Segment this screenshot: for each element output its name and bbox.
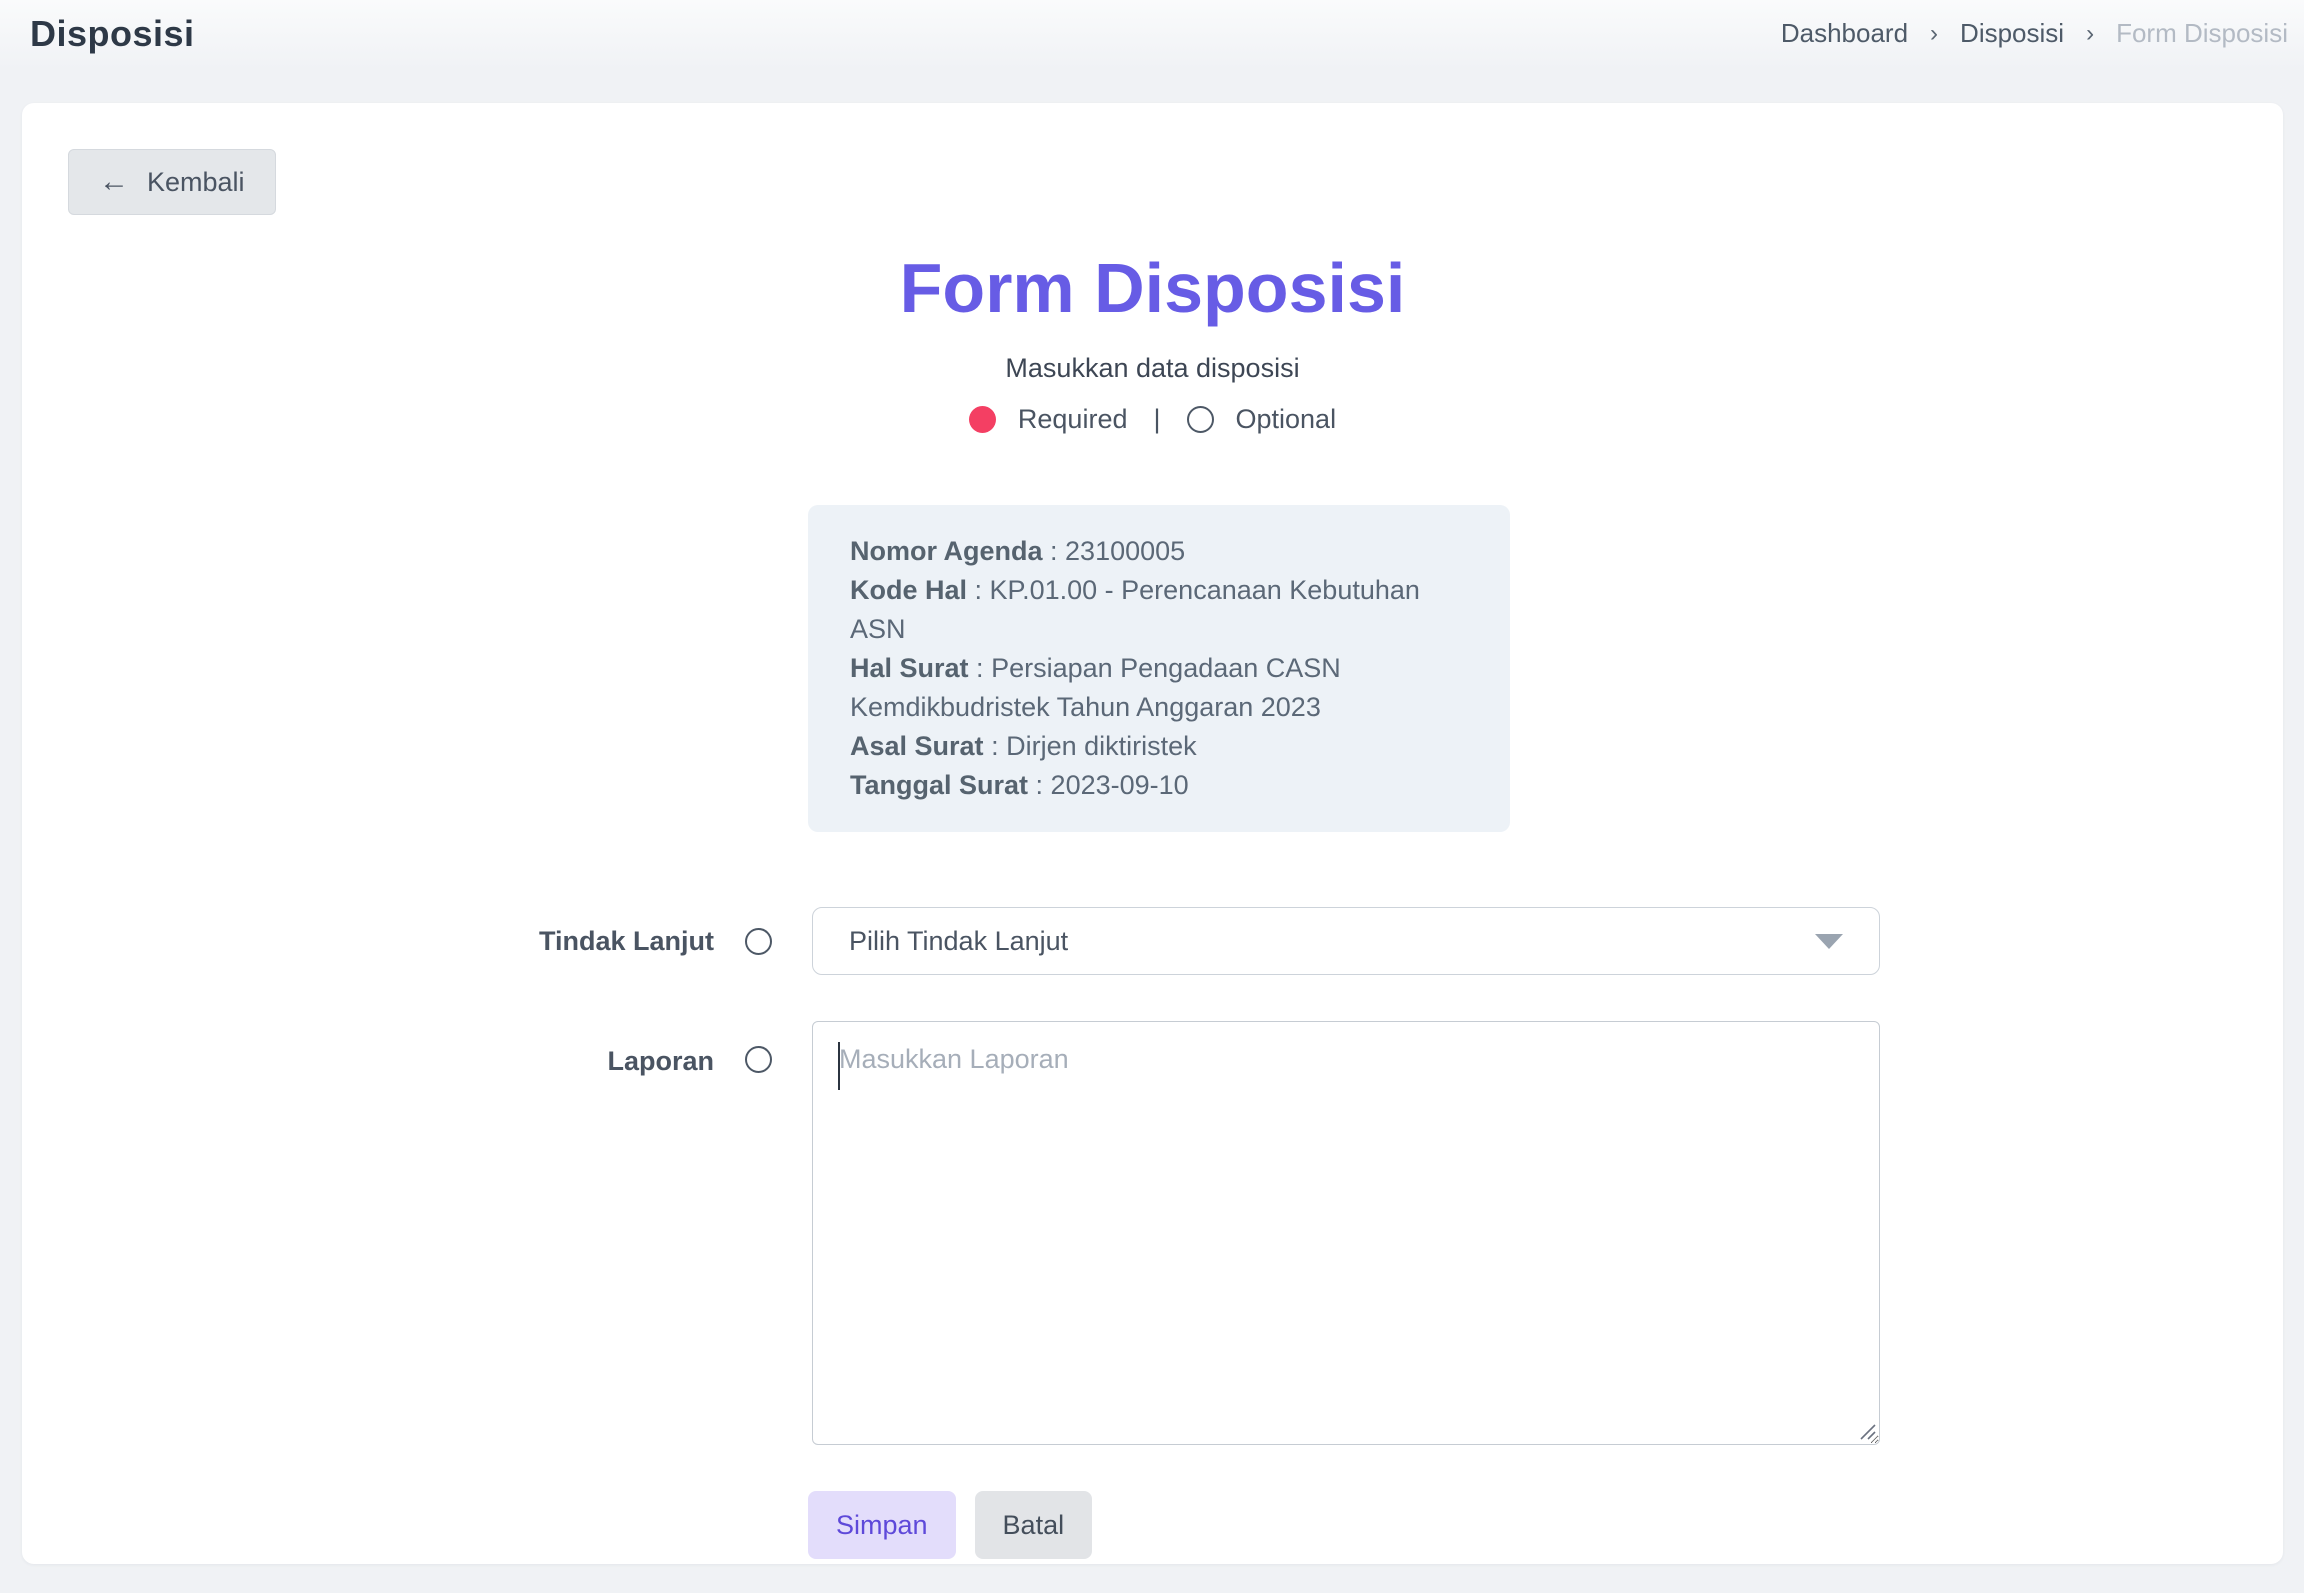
info-label: Kode Hal: [850, 575, 967, 605]
breadcrumb-form-disposisi: Form Disposisi: [2116, 18, 2288, 49]
info-separator: :: [969, 653, 992, 683]
info-value: 2023-09-10: [1051, 770, 1189, 800]
tindak-lanjut-select[interactable]: Pilih Tindak Lanjut: [812, 907, 1880, 975]
tindak-lanjut-row: Tindak Lanjut Pilih Tindak Lanjut: [22, 907, 2283, 975]
info-separator: :: [1028, 770, 1051, 800]
info-label: Nomor Agenda: [850, 536, 1043, 566]
resize-grip-icon[interactable]: [1859, 1423, 1877, 1441]
info-value: Dirjen diktiristek: [1006, 731, 1197, 761]
info-line-asal-surat: Asal Surat : Dirjen diktiristek: [850, 727, 1468, 766]
letter-info-box: Nomor Agenda : 23100005 Kode Hal : KP.01…: [808, 505, 1510, 832]
page-title: Disposisi: [30, 13, 195, 55]
laporan-label: Laporan: [22, 1021, 714, 1077]
info-line-nomor-agenda: Nomor Agenda : 23100005: [850, 532, 1468, 571]
form-subtitle: Masukkan data disposisi: [22, 353, 2283, 384]
simpan-button[interactable]: Simpan: [808, 1491, 956, 1559]
info-separator: :: [967, 575, 990, 605]
laporan-textarea-wrap: [812, 1021, 1880, 1445]
batal-button[interactable]: Batal: [975, 1491, 1093, 1559]
breadcrumb: Dashboard › Disposisi › Form Disposisi: [1781, 18, 2288, 49]
laporan-textarea[interactable]: [812, 1021, 1880, 1445]
legend-required-label: Required: [1018, 404, 1128, 435]
form-card: ← Kembali Form Disposisi Masukkan data d…: [22, 103, 2283, 1564]
optional-circle-icon: [1187, 406, 1214, 433]
legend-divider: |: [1153, 404, 1160, 435]
info-label: Asal Surat: [850, 731, 984, 761]
form-title: Form Disposisi: [22, 253, 2283, 323]
laporan-row: Laporan: [22, 1021, 2283, 1445]
text-cursor: [838, 1042, 840, 1090]
optional-circle-icon: [745, 1046, 772, 1073]
tindak-lanjut-label: Tindak Lanjut: [22, 926, 714, 957]
breadcrumb-dashboard[interactable]: Dashboard: [1781, 18, 1908, 49]
info-separator: :: [984, 731, 1007, 761]
topbar: Disposisi Dashboard › Disposisi › Form D…: [0, 0, 2304, 67]
info-line-tanggal-surat: Tanggal Surat : 2023-09-10: [850, 766, 1468, 805]
legend-optional-label: Optional: [1236, 404, 1337, 435]
legend: Required | Optional: [969, 404, 1336, 435]
back-button-label: Kembali: [147, 167, 245, 198]
info-value: 23100005: [1065, 536, 1185, 566]
info-line-kode-hal: Kode Hal : KP.01.00 - Perencanaan Kebutu…: [850, 571, 1468, 649]
tindak-lanjut-select-value: Pilih Tindak Lanjut: [849, 926, 1068, 957]
chevron-right-icon: ›: [1930, 20, 1938, 48]
info-label: Hal Surat: [850, 653, 969, 683]
form-header: Form Disposisi Masukkan data disposisi R…: [22, 253, 2283, 438]
breadcrumb-disposisi[interactable]: Disposisi: [1960, 18, 2064, 49]
info-label: Tanggal Surat: [850, 770, 1028, 800]
optional-circle-icon: [745, 928, 772, 955]
info-separator: :: [1043, 536, 1066, 566]
form-actions: Simpan Batal: [808, 1491, 2283, 1559]
chevron-right-icon: ›: [2086, 20, 2094, 48]
caret-down-icon: [1815, 934, 1843, 949]
info-line-hal-surat: Hal Surat : Persiapan Pengadaan CASN Kem…: [850, 649, 1468, 727]
arrow-left-icon: ←: [99, 167, 129, 197]
back-button[interactable]: ← Kembali: [68, 149, 276, 215]
required-dot-icon: [969, 406, 996, 433]
